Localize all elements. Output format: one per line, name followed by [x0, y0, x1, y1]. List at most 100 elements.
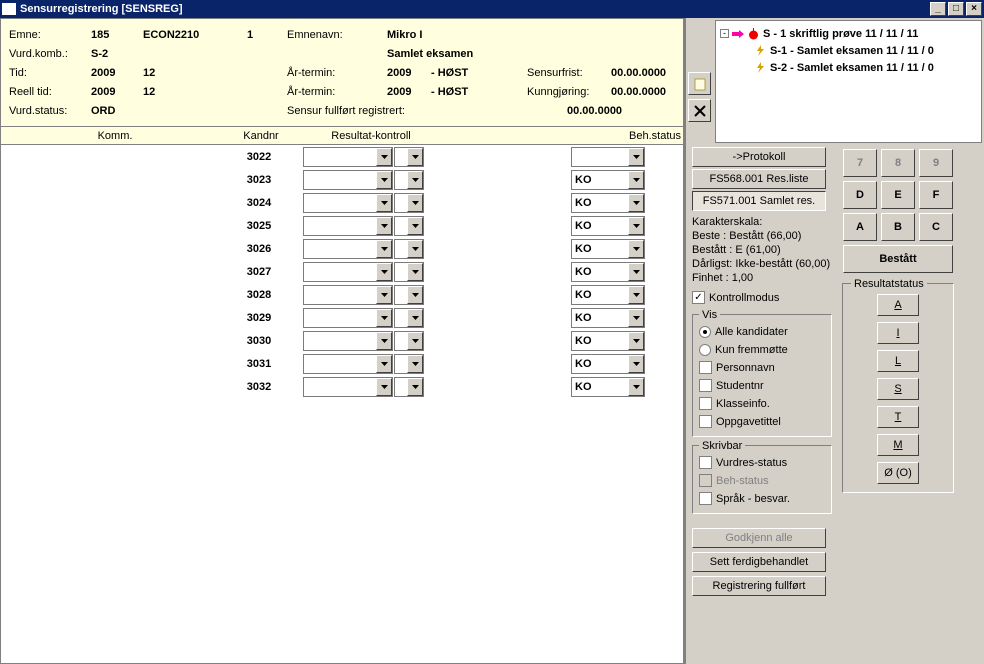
key-8[interactable]: 8: [881, 149, 915, 177]
result-dropdown-2[interactable]: [394, 354, 424, 374]
maximize-button[interactable]: □: [948, 2, 964, 16]
key-e[interactable]: E: [881, 181, 915, 209]
dropdown-arrow-icon[interactable]: [376, 194, 392, 212]
x-button[interactable]: [688, 99, 711, 122]
dropdown-arrow-icon[interactable]: [376, 263, 392, 281]
result-dropdown-1[interactable]: [303, 239, 393, 259]
result-dropdown-1[interactable]: [303, 285, 393, 305]
dropdown-arrow-icon[interactable]: [628, 355, 644, 373]
behstatus-dropdown[interactable]: KO: [571, 239, 645, 259]
sprak-checkbox[interactable]: [699, 492, 712, 505]
behstatus-dropdown[interactable]: KO: [571, 354, 645, 374]
dropdown-arrow-icon[interactable]: [376, 332, 392, 350]
dropdown-arrow-icon[interactable]: [628, 332, 644, 350]
behstatus-dropdown[interactable]: KO: [571, 216, 645, 236]
result-dropdown-2[interactable]: [394, 377, 424, 397]
result-dropdown-2[interactable]: [394, 147, 424, 167]
behstatus-dropdown[interactable]: KO: [571, 285, 645, 305]
result-dropdown-2[interactable]: [394, 193, 424, 213]
tree-node-s2[interactable]: S-2 - Samlet eksamen 11 / 11 / 0: [720, 59, 977, 76]
dropdown-arrow-icon[interactable]: [407, 217, 423, 235]
result-dropdown-1[interactable]: [303, 377, 393, 397]
key-d[interactable]: D: [843, 181, 877, 209]
dropdown-arrow-icon[interactable]: [407, 263, 423, 281]
result-dropdown-1[interactable]: [303, 354, 393, 374]
note-button[interactable]: [688, 72, 711, 95]
key-b[interactable]: B: [881, 213, 915, 241]
result-dropdown-1[interactable]: [303, 308, 393, 328]
dropdown-arrow-icon[interactable]: [407, 240, 423, 258]
dropdown-arrow-icon[interactable]: [628, 171, 644, 189]
res-l[interactable]: L: [877, 350, 919, 372]
result-dropdown-1[interactable]: [303, 193, 393, 213]
result-dropdown-1[interactable]: [303, 331, 393, 351]
protokoll-button[interactable]: ->Protokoll: [692, 147, 826, 167]
collapse-icon[interactable]: -: [720, 29, 729, 38]
godkjenn-button[interactable]: Godkjenn alle: [692, 528, 826, 548]
result-dropdown-2[interactable]: [394, 285, 424, 305]
dropdown-arrow-icon[interactable]: [376, 355, 392, 373]
dropdown-arrow-icon[interactable]: [376, 286, 392, 304]
key-bestatt[interactable]: Bestått: [843, 245, 953, 273]
tree-node-root[interactable]: - S - 1 skriftlig prøve 11 / 11 / 11: [720, 25, 977, 42]
key-7[interactable]: 7: [843, 149, 877, 177]
key-9[interactable]: 9: [919, 149, 953, 177]
result-dropdown-2[interactable]: [394, 331, 424, 351]
dropdown-arrow-icon[interactable]: [628, 309, 644, 327]
fs568-button[interactable]: FS568.001 Res.liste: [692, 169, 826, 189]
student-checkbox[interactable]: [699, 379, 712, 392]
tree-view[interactable]: - S - 1 skriftlig prøve 11 / 11 / 11 S-1…: [715, 20, 982, 143]
res-a[interactable]: A: [877, 294, 919, 316]
tree-node-s1[interactable]: S-1 - Samlet eksamen 11 / 11 / 0: [720, 42, 977, 59]
minimize-button[interactable]: _: [930, 2, 946, 16]
sett-button[interactable]: Sett ferdigbehandlet: [692, 552, 826, 572]
dropdown-arrow-icon[interactable]: [407, 194, 423, 212]
klasse-checkbox[interactable]: [699, 397, 712, 410]
dropdown-arrow-icon[interactable]: [376, 240, 392, 258]
result-dropdown-1[interactable]: [303, 147, 393, 167]
key-c[interactable]: C: [919, 213, 953, 241]
result-dropdown-2[interactable]: [394, 262, 424, 282]
dropdown-arrow-icon[interactable]: [407, 148, 423, 166]
dropdown-arrow-icon[interactable]: [407, 355, 423, 373]
dropdown-arrow-icon[interactable]: [628, 217, 644, 235]
res-i[interactable]: I: [877, 322, 919, 344]
fs571-button[interactable]: FS571.001 Samlet res.: [692, 191, 826, 211]
alle-radio[interactable]: [699, 326, 711, 338]
res-s[interactable]: S: [877, 378, 919, 400]
result-dropdown-1[interactable]: [303, 216, 393, 236]
behstatus-dropdown[interactable]: KO: [571, 308, 645, 328]
dropdown-arrow-icon[interactable]: [628, 286, 644, 304]
behstatus-dropdown[interactable]: KO: [571, 193, 645, 213]
dropdown-arrow-icon[interactable]: [376, 171, 392, 189]
behstatus-dropdown[interactable]: KO: [571, 170, 645, 190]
result-dropdown-2[interactable]: [394, 170, 424, 190]
dropdown-arrow-icon[interactable]: [376, 217, 392, 235]
result-dropdown-2[interactable]: [394, 239, 424, 259]
key-f[interactable]: F: [919, 181, 953, 209]
res-t[interactable]: T: [877, 406, 919, 428]
dropdown-arrow-icon[interactable]: [628, 240, 644, 258]
res-o[interactable]: Ø (O): [877, 462, 919, 484]
result-dropdown-1[interactable]: [303, 170, 393, 190]
dropdown-arrow-icon[interactable]: [376, 378, 392, 396]
dropdown-arrow-icon[interactable]: [407, 332, 423, 350]
dropdown-arrow-icon[interactable]: [628, 378, 644, 396]
dropdown-arrow-icon[interactable]: [407, 171, 423, 189]
reg-button[interactable]: Registrering fullført: [692, 576, 826, 596]
kun-radio[interactable]: [699, 344, 711, 356]
res-m[interactable]: M: [877, 434, 919, 456]
vurd-checkbox[interactable]: [699, 456, 712, 469]
oppg-checkbox[interactable]: [699, 415, 712, 428]
dropdown-arrow-icon[interactable]: [628, 263, 644, 281]
dropdown-arrow-icon[interactable]: [376, 309, 392, 327]
person-checkbox[interactable]: [699, 361, 712, 374]
dropdown-arrow-icon[interactable]: [376, 148, 392, 166]
dropdown-arrow-icon[interactable]: [628, 148, 644, 166]
dropdown-arrow-icon[interactable]: [628, 194, 644, 212]
dropdown-arrow-icon[interactable]: [407, 309, 423, 327]
behstatus-dropdown[interactable]: KO: [571, 331, 645, 351]
kontrollmodus-checkbox[interactable]: ✓: [692, 291, 705, 304]
result-dropdown-2[interactable]: [394, 308, 424, 328]
result-dropdown-2[interactable]: [394, 216, 424, 236]
